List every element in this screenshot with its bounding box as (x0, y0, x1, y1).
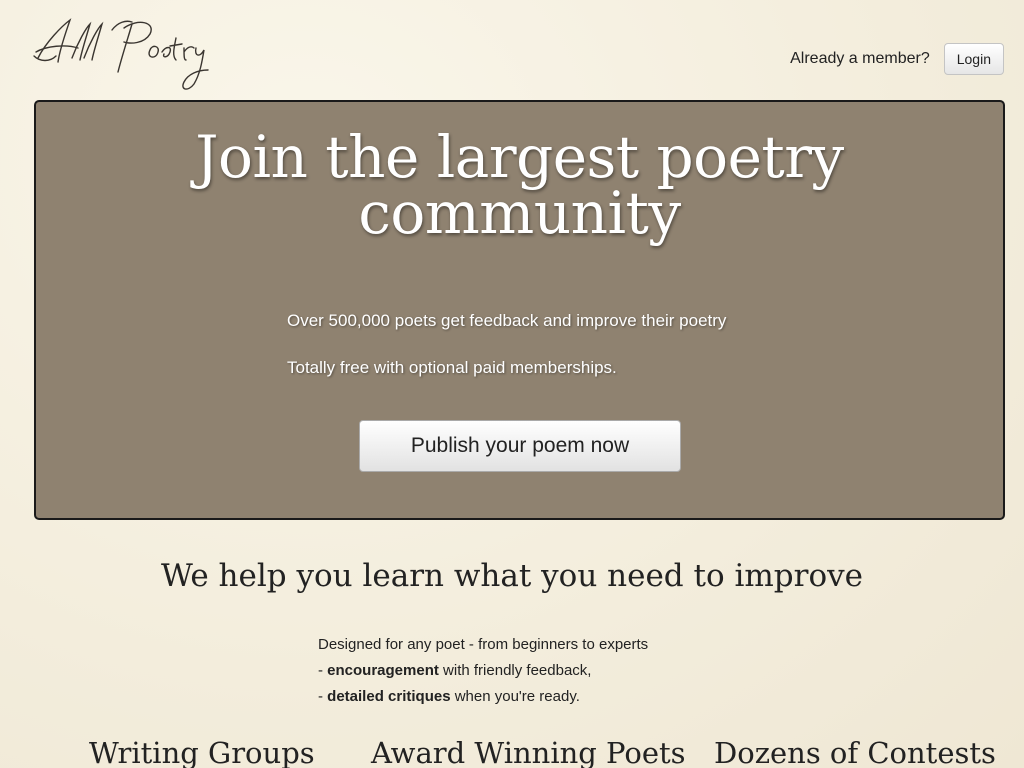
feature-dozens-of-contests: Dozens of Contests (714, 736, 996, 768)
hero-line-feedback: Over 500,000 poets get feedback and impr… (287, 311, 727, 330)
learn-item-rest: when you're ready. (450, 688, 580, 705)
publish-poem-button[interactable]: Publish your poem now (359, 420, 681, 472)
logo-script-graphic (33, 18, 209, 90)
learn-section-title: We help you learn what you need to impro… (161, 558, 863, 594)
hero-text: Over 500,000 poets get feedback and impr… (287, 311, 726, 405)
learn-description: Designed for any poet - from beginners t… (318, 632, 648, 710)
member-login-area: Already a member? Login (790, 43, 1004, 75)
hero-line-free: Totally free with optional paid membersh… (287, 358, 617, 377)
feature-writing-groups: Writing Groups (89, 736, 315, 768)
feature-award-winning-poets: Award Winning Poets (371, 736, 686, 768)
learn-item-bold: detailed critiques (327, 688, 451, 705)
learn-item-encouragement: - encouragement with friendly feedback, (318, 658, 648, 684)
allpoetry-logo[interactable] (32, 12, 212, 98)
learn-item-critiques: - detailed critiques when you're ready. (318, 684, 648, 710)
hero-title: Join the largest poetry community (195, 123, 844, 247)
feature-headings: Writing Groups Award Winning Poets Dozen… (0, 736, 1024, 768)
learn-item-prefix: - (318, 662, 328, 679)
login-button[interactable]: Login (943, 43, 1004, 75)
member-prompt: Already a member? (790, 50, 930, 67)
learn-intro: Designed for any poet - from beginners t… (318, 636, 649, 653)
hero-panel: Join the largest poetry community Over 5… (34, 100, 1005, 520)
learn-item-prefix: - (318, 688, 328, 705)
learn-item-bold: encouragement (327, 662, 439, 679)
learn-item-rest: with friendly feedback, (438, 662, 592, 679)
